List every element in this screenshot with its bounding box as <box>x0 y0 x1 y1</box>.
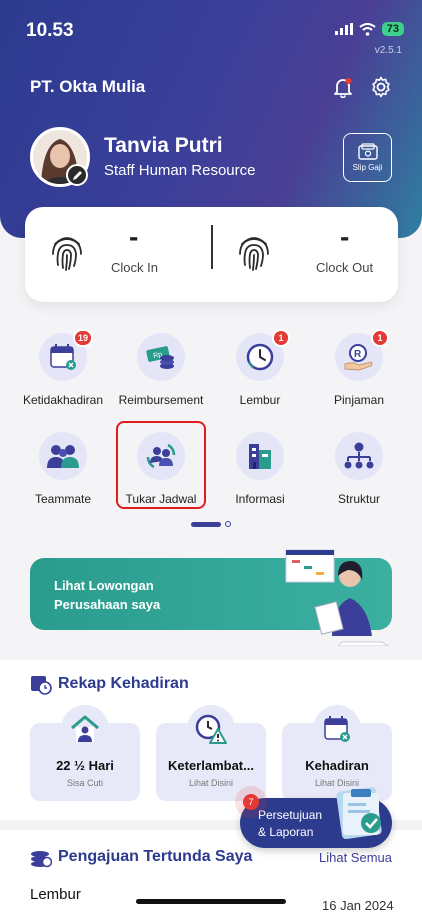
menu-label: Informasi <box>235 492 285 506</box>
menu-icon-bg: Rp <box>137 333 185 381</box>
menu-icon-bg: 1 <box>236 329 290 381</box>
home-screen: 10.53 73 v2.5.1 PT. Okta Mulia Tanvia Pu… <box>0 0 422 914</box>
fab-badge: 7 <box>243 794 259 810</box>
money-coins-icon: Rp <box>146 346 174 369</box>
clock-out-value: - <box>340 221 350 252</box>
gear-icon <box>372 76 390 98</box>
coins-stack-icon <box>31 851 52 868</box>
calendar-clock-icon <box>31 676 52 695</box>
house-person-icon <box>71 715 99 742</box>
pager-dot[interactable] <box>225 521 231 527</box>
menu-pager[interactable] <box>191 521 231 527</box>
signal-icon <box>334 23 353 35</box>
stat-title: 22 ½ Hari <box>56 758 114 773</box>
bell-icon <box>334 78 352 98</box>
stat-card-keterlambatan[interactable]: Keterlambat... Lihat Disini <box>156 705 266 801</box>
fab-text: Persetujuan & Laporan <box>258 807 322 841</box>
menu-icon-bg <box>39 432 87 480</box>
menu-icon-bg: 19 <box>39 329 93 381</box>
menu-icon-bg <box>236 432 284 480</box>
stat-subtitle: Sisa Cuti <box>66 778 103 788</box>
stat-subtitle: Lihat Disini <box>188 778 234 788</box>
pencil-icon <box>72 170 82 180</box>
slip-gaji-label: Slip Gaji <box>352 163 383 172</box>
menu-ketidakhadiran[interactable]: 19 Ketidakhadiran <box>13 329 113 423</box>
banner-line-2: Perusahaan saya <box>54 597 161 612</box>
menu-icon-bg: R 1 <box>335 329 389 381</box>
menu-informasi[interactable]: Informasi <box>210 432 310 522</box>
clipboard-check-icon <box>336 786 382 840</box>
menu-reimbursement[interactable]: Rp Reimbursement <box>111 333 211 423</box>
user-role: Staff Human Resource <box>104 162 256 179</box>
svg-text:R: R <box>354 349 362 360</box>
stat-icon-bg <box>61 705 109 753</box>
slip-gaji-button[interactable]: Slip Gaji <box>343 133 392 182</box>
wifi-icon <box>359 22 376 36</box>
clock-in-value: - <box>129 221 139 252</box>
status-time: 10.53 <box>26 20 74 41</box>
calendar-cross-icon <box>50 344 76 370</box>
org-chart-icon <box>344 442 374 469</box>
fingerprint-icon <box>239 237 269 271</box>
clock-out-button[interactable]: - Clock Out <box>212 207 398 302</box>
building-icon <box>249 444 271 469</box>
woman-reading-illustration <box>285 549 389 646</box>
menu-label: Pinjaman <box>333 393 385 407</box>
stat-title: Kehadiran <box>305 758 369 773</box>
notification-badge: 1 <box>371 329 389 347</box>
payslip-icon <box>357 143 378 160</box>
clock-in-button[interactable]: - Clock In <box>25 207 211 302</box>
menu-icon-bg <box>335 432 383 480</box>
menu-label: Lembur <box>239 393 281 407</box>
see-all-link[interactable]: Lihat Semua <box>319 850 392 865</box>
rekap-title: Rekap Kehadiran <box>58 675 189 692</box>
clock-icon <box>246 343 274 371</box>
home-indicator <box>136 899 286 904</box>
pending-title: Pengajuan Tertunda Saya <box>58 848 253 865</box>
fab-line-1: Persetujuan <box>258 808 323 822</box>
clock-out-label: Clock Out <box>316 260 374 275</box>
fingerprint-icon <box>52 237 82 271</box>
stat-icon-bg <box>187 705 235 753</box>
settings-button[interactable] <box>368 74 394 100</box>
company-name: PT. Okta Mulia <box>30 77 146 96</box>
menu-label: Ketidakhadiran <box>22 393 104 407</box>
banner-text: Lihat Lowongan Perusahaan saya <box>54 576 160 614</box>
status-icons: 73 <box>334 22 404 36</box>
clock-warning-icon <box>195 714 227 744</box>
attendance-clock-card: - Clock In - Clock Out <box>25 207 398 302</box>
clock-in-label: Clock In <box>111 260 158 275</box>
menu-label: Struktur <box>337 492 380 506</box>
pending-item-date: 16 Jan 2024 <box>322 898 394 913</box>
menu-label: Teammate <box>34 492 92 506</box>
stat-icon-bg <box>313 705 361 753</box>
selection-highlight <box>116 421 206 509</box>
team-icon <box>47 445 79 468</box>
pending-item-title[interactable]: Lembur <box>30 886 81 903</box>
menu-label: Reimbursement <box>118 393 204 407</box>
stat-title: Keterlambat... <box>168 758 254 773</box>
menu-teammate[interactable]: Teammate <box>13 432 113 522</box>
calendar-check-icon <box>324 716 350 742</box>
user-name: Tanvia Putri <box>104 134 223 157</box>
battery-indicator: 73 <box>381 22 404 36</box>
hand-coin-icon: R <box>344 344 373 371</box>
edit-avatar-button[interactable] <box>66 164 88 186</box>
menu-lembur[interactable]: 1 Lembur <box>210 329 310 423</box>
fab-line-2: & Laporan <box>258 825 314 839</box>
pager-dot-active[interactable] <box>191 521 221 527</box>
menu-struktur[interactable]: Struktur <box>309 432 409 522</box>
app-version: v2.5.1 <box>374 45 402 56</box>
stat-card-sisa-cuti[interactable]: 22 ½ Hari Sisa Cuti <box>30 705 140 801</box>
notification-badge: 19 <box>72 329 93 347</box>
banner-line-1: Lihat Lowongan <box>54 578 154 593</box>
notification-button[interactable] <box>330 74 356 100</box>
notification-badge: 1 <box>272 329 290 347</box>
menu-pinjaman[interactable]: R 1 Pinjaman <box>309 329 409 423</box>
